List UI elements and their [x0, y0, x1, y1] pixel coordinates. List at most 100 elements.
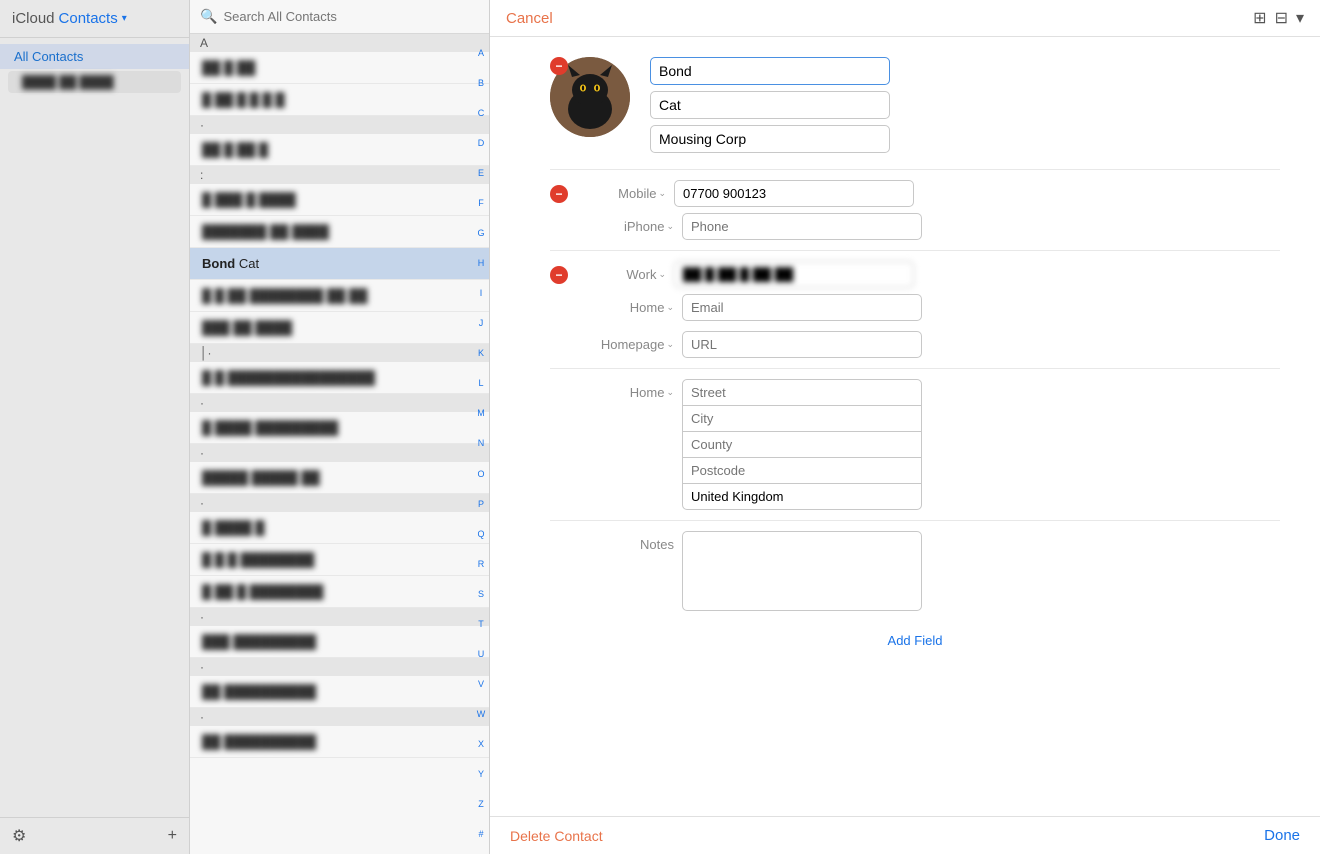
- section-header-dot4: ·: [190, 494, 489, 512]
- app-header: iCloud Contacts ▾: [0, 0, 189, 38]
- alpha-index: A B C D E F G H I J K L M N O P Q R S T …: [473, 34, 489, 854]
- list-item[interactable]: ██ █ ██: [190, 52, 489, 84]
- homepage-label[interactable]: Homepage ⌄: [584, 337, 674, 352]
- home-email-row: Home ⌄: [550, 294, 1280, 321]
- notes-row: Notes: [550, 531, 1280, 611]
- list-item[interactable]: █ ██ █ ████████: [190, 576, 489, 608]
- work-email-input[interactable]: [674, 261, 914, 288]
- section-header-dot5: ·: [190, 608, 489, 626]
- home-email-input[interactable]: [682, 294, 922, 321]
- toolbar-icons: ⊞ ⊟ ▾: [1253, 8, 1304, 28]
- list-item[interactable]: ███ ██ ████: [190, 312, 489, 344]
- add-field-row: Add Field: [550, 621, 1280, 660]
- notes-textarea[interactable]: [682, 531, 922, 611]
- contact-photo-row: −: [550, 57, 1280, 153]
- list-item[interactable]: █ ███ █ ████: [190, 184, 489, 216]
- list-item[interactable]: ██ ██████████: [190, 676, 489, 708]
- country-input[interactable]: [682, 483, 922, 510]
- list-item[interactable]: █ ██ █ █ █ █: [190, 84, 489, 116]
- cancel-button[interactable]: Cancel: [506, 10, 553, 27]
- list-item[interactable]: █ ████ █: [190, 512, 489, 544]
- section-header-dot: ·: [190, 116, 489, 134]
- chevron-down-icon[interactable]: ▾: [122, 13, 127, 24]
- share-icon[interactable]: ⊞: [1253, 8, 1266, 28]
- company-input[interactable]: [650, 125, 890, 153]
- settings-button[interactable]: ⚙: [12, 826, 26, 846]
- dropdown-icon[interactable]: ▾: [1296, 8, 1304, 28]
- list-item[interactable]: ██ █ ██ █: [190, 134, 489, 166]
- postcode-input[interactable]: [682, 457, 922, 484]
- sidebar-nav: All Contacts ████ ██ ████: [0, 38, 189, 101]
- export-icon[interactable]: ⊟: [1275, 8, 1288, 28]
- work-chevron-icon: ⌄: [658, 269, 666, 280]
- remove-work-email-button[interactable]: −: [550, 266, 568, 284]
- notes-label: Notes: [584, 537, 674, 552]
- list-item[interactable]: ███████ ██ ████: [190, 216, 489, 248]
- search-input[interactable]: [223, 9, 479, 24]
- icloud-label: iCloud: [12, 10, 55, 27]
- list-item[interactable]: █ █ ██ ████████ ██ ██: [190, 280, 489, 312]
- section-header-dot7: ·: [190, 708, 489, 726]
- main-header: Cancel ⊞ ⊟ ▾: [490, 0, 1320, 37]
- done-button[interactable]: Done: [1264, 827, 1300, 844]
- list-item-bond-cat[interactable]: Bond Cat: [190, 248, 489, 280]
- separator-2: [550, 250, 1280, 251]
- email-section: − Work ⌄ Home ⌄: [550, 261, 1280, 321]
- sidebar-footer: ⚙ +: [0, 817, 189, 854]
- separator-1: [550, 169, 1280, 170]
- home-address-chevron-icon: ⌄: [666, 387, 674, 398]
- list-item[interactable]: ███ █████████: [190, 626, 489, 658]
- iphone-input[interactable]: [682, 213, 922, 240]
- notes-section: Notes: [550, 531, 1280, 611]
- iphone-phone-row: iPhone ⌄: [550, 213, 1280, 240]
- home-address-label[interactable]: Home ⌄: [584, 385, 674, 400]
- section-header-dot3: ·: [190, 444, 489, 462]
- separator-3: [550, 368, 1280, 369]
- section-header-dot6: ·: [190, 658, 489, 676]
- remove-mobile-button[interactable]: −: [550, 185, 568, 203]
- street-input[interactable]: [682, 379, 922, 406]
- first-name-input[interactable]: [650, 57, 890, 85]
- mobile-phone-input[interactable]: [674, 180, 914, 207]
- remove-photo-button[interactable]: −: [550, 57, 568, 75]
- last-name-input[interactable]: [650, 91, 890, 119]
- section-header-a: A: [190, 34, 489, 52]
- list-item[interactable]: ██ ██████████: [190, 726, 489, 758]
- list-item[interactable]: █████ █████ ██: [190, 462, 489, 494]
- section-header-dot2: ·: [190, 394, 489, 412]
- home-email-label[interactable]: Home ⌄: [584, 300, 674, 315]
- add-contact-button[interactable]: +: [168, 827, 177, 845]
- sidebar: iCloud Contacts ▾ All Contacts ████ ██ █…: [0, 0, 190, 854]
- main-panel: Cancel ⊞ ⊟ ▾: [490, 0, 1320, 854]
- all-contacts-label: All Contacts: [14, 49, 83, 64]
- name-fields: [650, 57, 1280, 153]
- url-section: Homepage ⌄: [550, 331, 1280, 358]
- address-row: Home ⌄: [550, 379, 1280, 510]
- list-item[interactable]: █ █ █ ████████: [190, 544, 489, 576]
- homepage-input[interactable]: [682, 331, 922, 358]
- sidebar-item-all-contacts[interactable]: All Contacts: [0, 44, 189, 69]
- homepage-chevron-icon: ⌄: [666, 339, 674, 350]
- mobile-phone-row: − Mobile ⌄: [550, 180, 1280, 207]
- edit-body: − − Mobile ⌄ iPhone: [490, 37, 1320, 816]
- list-item[interactable]: █ █ ████████████████: [190, 362, 489, 394]
- section-header-pipe: │·: [190, 344, 489, 362]
- iphone-label[interactable]: iPhone ⌄: [584, 219, 674, 234]
- sidebar-selected-group: ████ ██ ████: [8, 71, 181, 93]
- county-input[interactable]: [682, 431, 922, 458]
- mobile-chevron-icon: ⌄: [658, 188, 666, 199]
- work-email-label[interactable]: Work ⌄: [576, 267, 666, 282]
- mobile-label[interactable]: Mobile ⌄: [576, 186, 666, 201]
- contact-list-body: A B C D E F G H I J K L M N O P Q R S T …: [190, 34, 489, 854]
- section-header-colon: :: [190, 166, 489, 184]
- group-label: ████ ██ ████: [22, 75, 114, 89]
- delete-contact-button[interactable]: Delete Contact: [510, 828, 603, 844]
- contacts-label[interactable]: Contacts: [59, 10, 118, 27]
- home-chevron-icon: ⌄: [666, 302, 674, 313]
- city-input[interactable]: [682, 405, 922, 432]
- address-fields: [682, 379, 922, 510]
- add-field-button[interactable]: Add Field: [888, 633, 943, 648]
- homepage-row: Homepage ⌄: [550, 331, 1280, 358]
- list-item[interactable]: █ ████ █████████: [190, 412, 489, 444]
- separator-4: [550, 520, 1280, 521]
